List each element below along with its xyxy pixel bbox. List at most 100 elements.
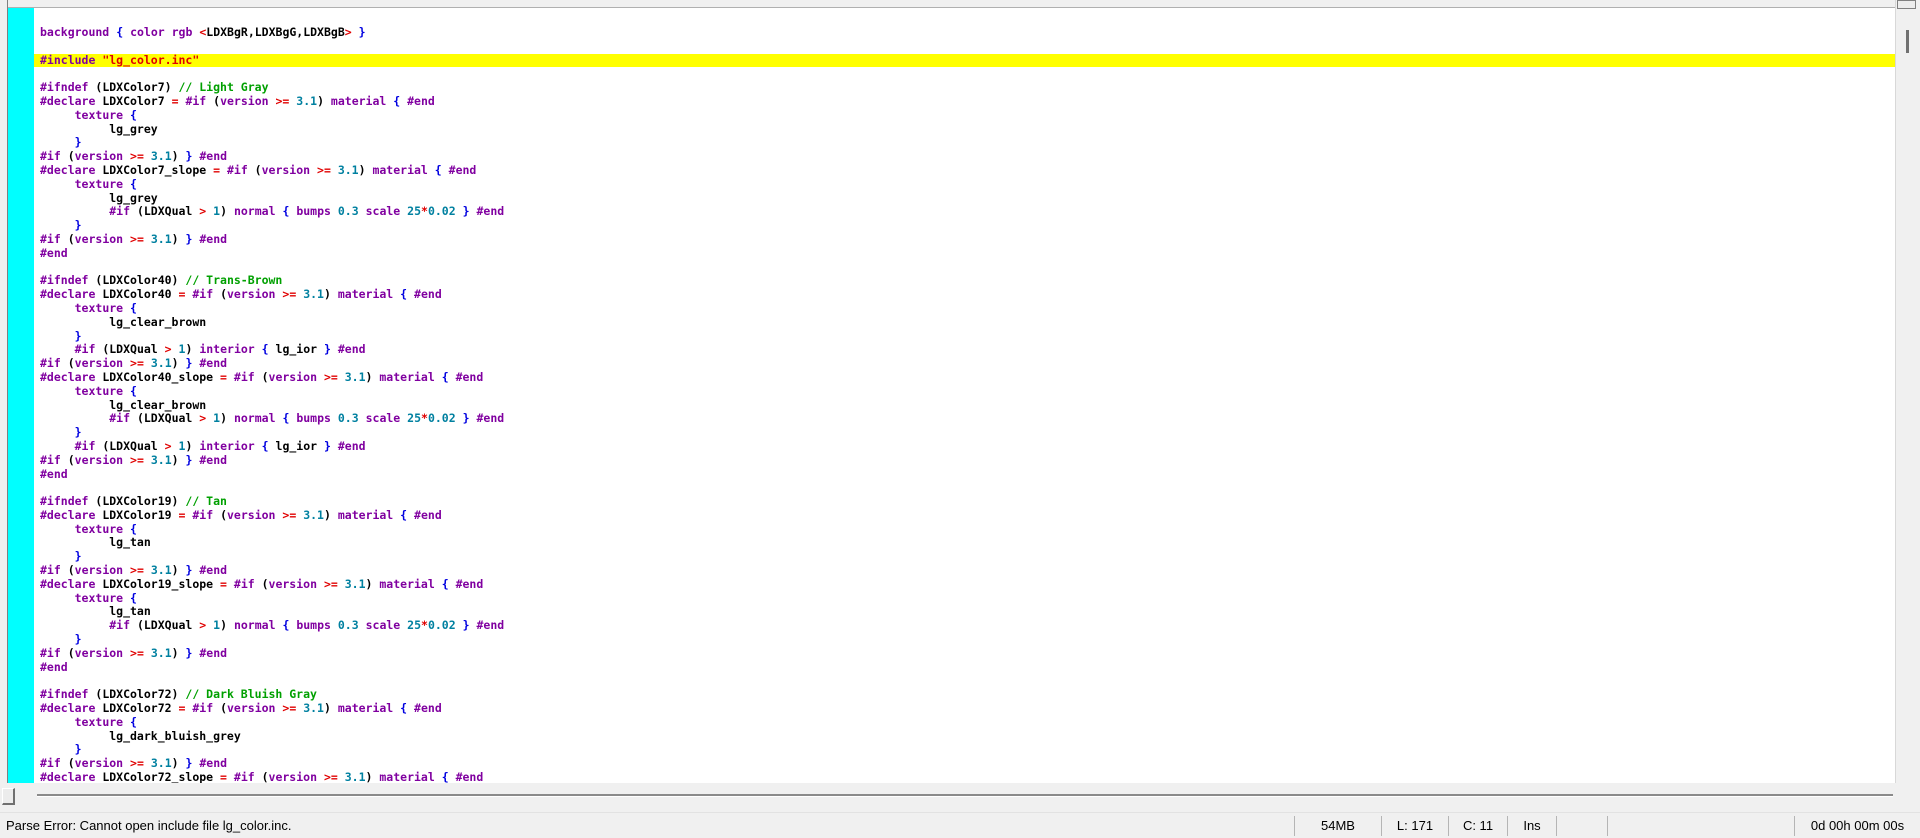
code-token: (LDXQual xyxy=(95,342,164,356)
code-token: #end xyxy=(414,701,442,715)
code-token xyxy=(40,329,75,343)
code-line[interactable]: texture { xyxy=(34,385,1895,399)
code-line[interactable]: #if (version >= 3.1) } #end xyxy=(34,233,1895,247)
code-token: } xyxy=(75,218,82,232)
code-line[interactable]: #declare LDXColor40 = #if (version >= 3.… xyxy=(34,288,1895,302)
code-line[interactable]: texture { xyxy=(34,302,1895,316)
code-line[interactable] xyxy=(34,481,1895,495)
code-line[interactable]: #if (version >= 3.1) } #end xyxy=(34,647,1895,661)
code-line[interactable]: #if (LDXQual > 1) normal { bumps 0.3 sca… xyxy=(34,205,1895,219)
code-token xyxy=(449,577,456,591)
code-line[interactable]: #declare LDXColor72 = #if (version >= 3.… xyxy=(34,702,1895,716)
code-line[interactable]: #declare LDXColor40_slope = #if (version… xyxy=(34,371,1895,385)
code-token xyxy=(40,218,75,232)
code-token: LDXColor40 xyxy=(95,287,178,301)
code-line[interactable] xyxy=(34,40,1895,54)
code-token xyxy=(172,342,179,356)
code-line[interactable]: #declare LDXColor7_slope = #if (version … xyxy=(34,164,1895,178)
code-token: (LDXQual xyxy=(130,411,199,425)
code-line[interactable]: lg_clear_brown xyxy=(34,316,1895,330)
code-line[interactable]: lg_clear_brown xyxy=(34,399,1895,413)
status-timer: 0d 00h 00m 00s xyxy=(1795,813,1920,838)
code-token: #end xyxy=(40,246,68,260)
code-line[interactable]: lg_tan xyxy=(34,605,1895,619)
status-empty-cell xyxy=(1557,813,1607,838)
scrollbar-thumb[interactable] xyxy=(1906,30,1909,53)
highlighted-line[interactable]: #include "lg_color.inc" xyxy=(34,54,1895,68)
code-line[interactable]: lg_grey xyxy=(34,123,1895,137)
code-line[interactable]: #ifndef (LDXColor40) // Trans-Brown xyxy=(34,274,1895,288)
code-line[interactable]: texture { xyxy=(34,109,1895,123)
code-token: >= xyxy=(282,508,296,522)
code-line[interactable] xyxy=(34,674,1895,688)
code-line[interactable]: #end xyxy=(34,468,1895,482)
code-token: material xyxy=(338,508,393,522)
code-line[interactable]: background { color rgb <LDXBgR,LDXBgG,LD… xyxy=(34,26,1895,40)
code-line[interactable]: #declare LDXColor7 = #if (version >= 3.1… xyxy=(34,95,1895,109)
code-line[interactable]: #declare LDXColor19 = #if (version >= 3.… xyxy=(34,509,1895,523)
code-line[interactable]: #if (version >= 3.1) } #end xyxy=(34,150,1895,164)
code-line[interactable]: #if (version >= 3.1) } #end xyxy=(34,357,1895,371)
code-token xyxy=(456,411,463,425)
code-token: >= xyxy=(130,453,144,467)
code-token xyxy=(227,370,234,384)
code-line[interactable]: lg_grey xyxy=(34,192,1895,206)
vertical-scrollbar[interactable] xyxy=(1895,0,1920,783)
code-token: #if xyxy=(192,287,213,301)
code-token: > xyxy=(165,439,172,453)
code-token xyxy=(144,563,151,577)
code-line[interactable]: #end xyxy=(34,661,1895,675)
code-line[interactable]: #if (LDXQual > 1) interior { lg_ior } #e… xyxy=(34,440,1895,454)
code-line[interactable] xyxy=(34,67,1895,81)
code-token xyxy=(359,618,366,632)
code-line[interactable]: #end xyxy=(34,247,1895,261)
code-token xyxy=(456,204,463,218)
code-token: bumps xyxy=(296,618,331,632)
code-token: texture xyxy=(75,591,123,605)
code-line[interactable]: } xyxy=(34,330,1895,344)
code-line[interactable]: } xyxy=(34,136,1895,150)
code-token: material xyxy=(379,770,434,783)
code-line[interactable]: texture { xyxy=(34,523,1895,537)
code-line[interactable]: #if (version >= 3.1) } #end xyxy=(34,757,1895,771)
code-token: ) xyxy=(172,563,186,577)
code-line[interactable]: } xyxy=(34,633,1895,647)
code-line[interactable] xyxy=(34,261,1895,275)
code-editor[interactable]: background { color rgb <LDXBgR,LDXBgG,LD… xyxy=(34,8,1895,783)
code-token: 0.02 xyxy=(428,204,456,218)
code-line[interactable]: #if (LDXQual > 1) normal { bumps 0.3 sca… xyxy=(34,619,1895,633)
code-line[interactable]: lg_tan xyxy=(34,536,1895,550)
splitter-handle[interactable] xyxy=(2,788,15,805)
code-token xyxy=(40,742,75,756)
code-token: ) xyxy=(220,411,234,425)
editor-bottom-strip xyxy=(0,783,1920,812)
code-line[interactable]: texture { xyxy=(34,178,1895,192)
code-token: lg_clear_brown xyxy=(40,398,206,412)
code-line[interactable]: #declare LDXColor19_slope = #if (version… xyxy=(34,578,1895,592)
code-line[interactable]: } xyxy=(34,743,1895,757)
code-token: } xyxy=(75,425,82,439)
code-line[interactable]: } xyxy=(34,219,1895,233)
code-line[interactable]: #ifndef (LDXColor7) // Light Gray xyxy=(34,81,1895,95)
code-token: LDXBgR,LDXBgG,LDXBgB xyxy=(206,25,344,39)
code-token: #end xyxy=(456,770,484,783)
code-line[interactable]: #if (version >= 3.1) } #end xyxy=(34,564,1895,578)
code-line[interactable]: #if (LDXQual > 1) normal { bumps 0.3 sca… xyxy=(34,412,1895,426)
code-line[interactable]: texture { xyxy=(34,716,1895,730)
code-line[interactable]: #declare LDXColor72_slope = #if (version… xyxy=(34,771,1895,783)
code-line[interactable]: #if (LDXQual > 1) interior { lg_ior } #e… xyxy=(34,343,1895,357)
code-token: } xyxy=(75,135,82,149)
code-line[interactable]: } xyxy=(34,550,1895,564)
code-line[interactable]: } xyxy=(34,426,1895,440)
code-token: #end xyxy=(456,577,484,591)
code-line[interactable]: texture { xyxy=(34,592,1895,606)
code-line[interactable]: lg_dark_bluish_grey xyxy=(34,730,1895,744)
code-line[interactable]: #if (version >= 3.1) } #end xyxy=(34,454,1895,468)
code-token: 3.1 xyxy=(303,701,324,715)
code-line[interactable]: #ifndef (LDXColor72) // Dark Bluish Gray xyxy=(34,688,1895,702)
editor-change-margin[interactable] xyxy=(8,8,34,783)
scrollbar-up-button[interactable] xyxy=(1897,0,1916,9)
code-line[interactable]: #ifndef (LDXColor19) // Tan xyxy=(34,495,1895,509)
code-token: #end xyxy=(414,508,442,522)
status-message: Parse Error: Cannot open include file lg… xyxy=(0,818,1294,833)
